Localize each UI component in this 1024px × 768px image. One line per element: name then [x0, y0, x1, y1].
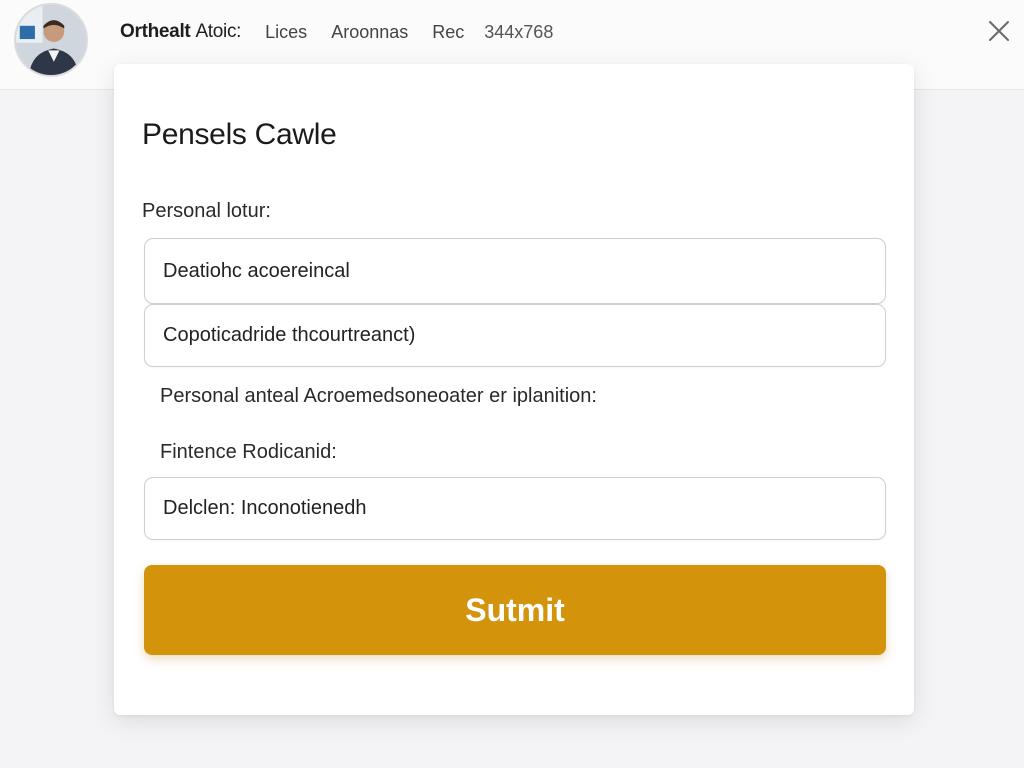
section-label: Personal lotur: [142, 200, 271, 222]
brand-name: Orthealt [120, 21, 191, 42]
text-field-2[interactable]: Copoticadride thcourtreanct) [144, 304, 886, 367]
submit-button[interactable]: Sutmit [144, 565, 886, 655]
text-field-3[interactable]: Delclen: Inconotienedh [144, 477, 886, 540]
nav-item-aroonnas[interactable]: Aroonnas [331, 22, 408, 43]
brand-suffix: Atoic: [195, 21, 242, 42]
app-brand[interactable]: Orthealt Atoic: [120, 21, 241, 43]
nav-item-rec[interactable]: Rec [432, 22, 464, 43]
form-title: Pensels Cawle [142, 118, 337, 151]
text-field-1[interactable]: Deatiohc acoereincal [144, 238, 886, 304]
close-icon [989, 21, 1009, 41]
user-avatar[interactable] [14, 3, 88, 77]
form-card: Pensels Cawle Personal lotur: Deatiohc a… [114, 64, 914, 715]
top-nav: Orthealt Atoic: Lices Aroonnas Rec 344x7… [120, 20, 553, 44]
statement-text: Personal anteal Acroemedsoneoater er ipl… [160, 385, 597, 407]
nav-item-lices[interactable]: Lices [265, 22, 307, 43]
avatar-photo-icon [16, 5, 86, 75]
dimensions-readout: 344x768 [484, 21, 554, 42]
sub-label: Fintence Rodicanid: [160, 441, 337, 463]
close-button[interactable] [982, 14, 1016, 48]
